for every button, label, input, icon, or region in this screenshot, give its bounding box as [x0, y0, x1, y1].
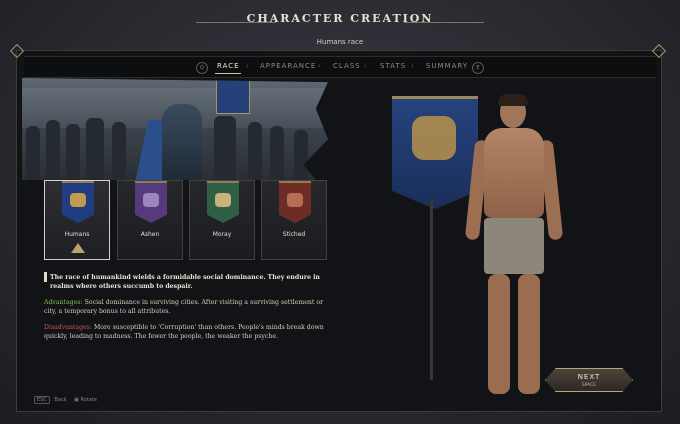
soldier-figure — [270, 126, 284, 180]
character-model[interactable] — [464, 94, 564, 396]
disadvantages-label: Disadvantages: — [44, 324, 92, 331]
spiral-icon — [215, 193, 231, 207]
soldier-figure — [26, 126, 40, 180]
tab-summary[interactable]: SUMMARY — [426, 62, 468, 70]
character-hair — [498, 94, 528, 106]
dropcap-mark — [44, 272, 47, 282]
character-torso — [484, 128, 544, 218]
race-intro: The race of humankind wields a formidabl… — [50, 273, 330, 291]
character-shorts — [484, 218, 544, 274]
humans-banner-icon — [62, 181, 94, 223]
next-button[interactable]: NEXT SPACE — [545, 368, 633, 392]
selected-marker-icon — [71, 243, 85, 253]
race-advantages: Advantages: Social dominance in survivin… — [44, 298, 330, 316]
stiched-banner-icon — [279, 181, 311, 223]
chevron-right-icon: › — [318, 62, 321, 70]
title-divider-left — [196, 22, 276, 23]
tab-appearance[interactable]: APPEARANCE — [260, 62, 316, 70]
tab-race[interactable]: RACE — [217, 62, 240, 70]
advantages-text: Social dominance in surviving cities. Af… — [44, 299, 324, 315]
race-name: Stiched — [282, 231, 306, 238]
race-artwork — [22, 78, 328, 180]
intro-text: The race of humankind wields a formidabl… — [50, 274, 320, 290]
tab-class[interactable]: CLASS — [333, 62, 361, 70]
next-label: NEXT — [577, 373, 601, 381]
race-card-moray[interactable]: Moray — [189, 180, 255, 260]
moray-banner-icon — [207, 181, 239, 223]
ashen-banner-icon — [135, 181, 167, 223]
chevron-right-icon: › — [364, 62, 367, 70]
soldier-figure — [66, 124, 80, 180]
banner-pole — [430, 200, 433, 380]
stitch-icon — [287, 193, 303, 207]
hero-figure — [162, 104, 202, 180]
advantages-label: Advantages: — [44, 299, 83, 306]
race-name: Moray — [212, 231, 232, 238]
soldier-figure — [214, 116, 236, 180]
fist-icon — [412, 116, 456, 160]
chevron-right-icon: › — [246, 62, 249, 70]
control-hints: ESC Back ▣ Rotate — [34, 396, 97, 404]
next-tab-key[interactable]: E — [472, 62, 484, 74]
art-banner — [216, 78, 250, 114]
chevron-right-icon: › — [411, 62, 414, 70]
fist-icon — [70, 193, 86, 207]
page-header: CHARACTER CREATION — [0, 12, 680, 25]
next-key-hint: SPACE — [581, 383, 597, 388]
page-title: CHARACTER CREATION — [246, 12, 434, 25]
character-leg — [488, 274, 510, 394]
esc-key[interactable]: ESC — [34, 396, 50, 404]
page-subtitle: Humans race — [316, 38, 364, 46]
rotate-hint[interactable]: Rotate — [80, 397, 96, 403]
character-leg — [518, 274, 540, 394]
soldier-figure — [112, 122, 126, 180]
soldier-figure — [248, 122, 262, 180]
race-name: Humans — [64, 231, 90, 238]
race-card-ashen[interactable]: Ashen — [117, 180, 183, 260]
soldier-figure — [86, 118, 104, 180]
prev-tab-key[interactable]: Q — [196, 62, 208, 74]
hourglass-icon — [143, 193, 159, 207]
tab-stats[interactable]: STATS — [380, 62, 406, 70]
soldier-figure — [46, 120, 60, 180]
soldier-figure — [294, 130, 308, 180]
race-name: Ashen — [140, 231, 160, 238]
back-hint[interactable]: Back — [54, 397, 66, 403]
mouse-icon: ▣ — [74, 397, 79, 403]
title-divider-right — [404, 22, 484, 23]
step-tabs: Q RACE › APPEARANCE › CLASS › STATS › SU… — [24, 56, 656, 78]
race-card-stiched[interactable]: Stiched — [261, 180, 327, 260]
race-card-humans[interactable]: Humans — [44, 180, 110, 260]
active-tab-indicator — [215, 73, 241, 74]
race-disadvantages: Disadvantages: More susceptible to 'Corr… — [44, 323, 330, 341]
